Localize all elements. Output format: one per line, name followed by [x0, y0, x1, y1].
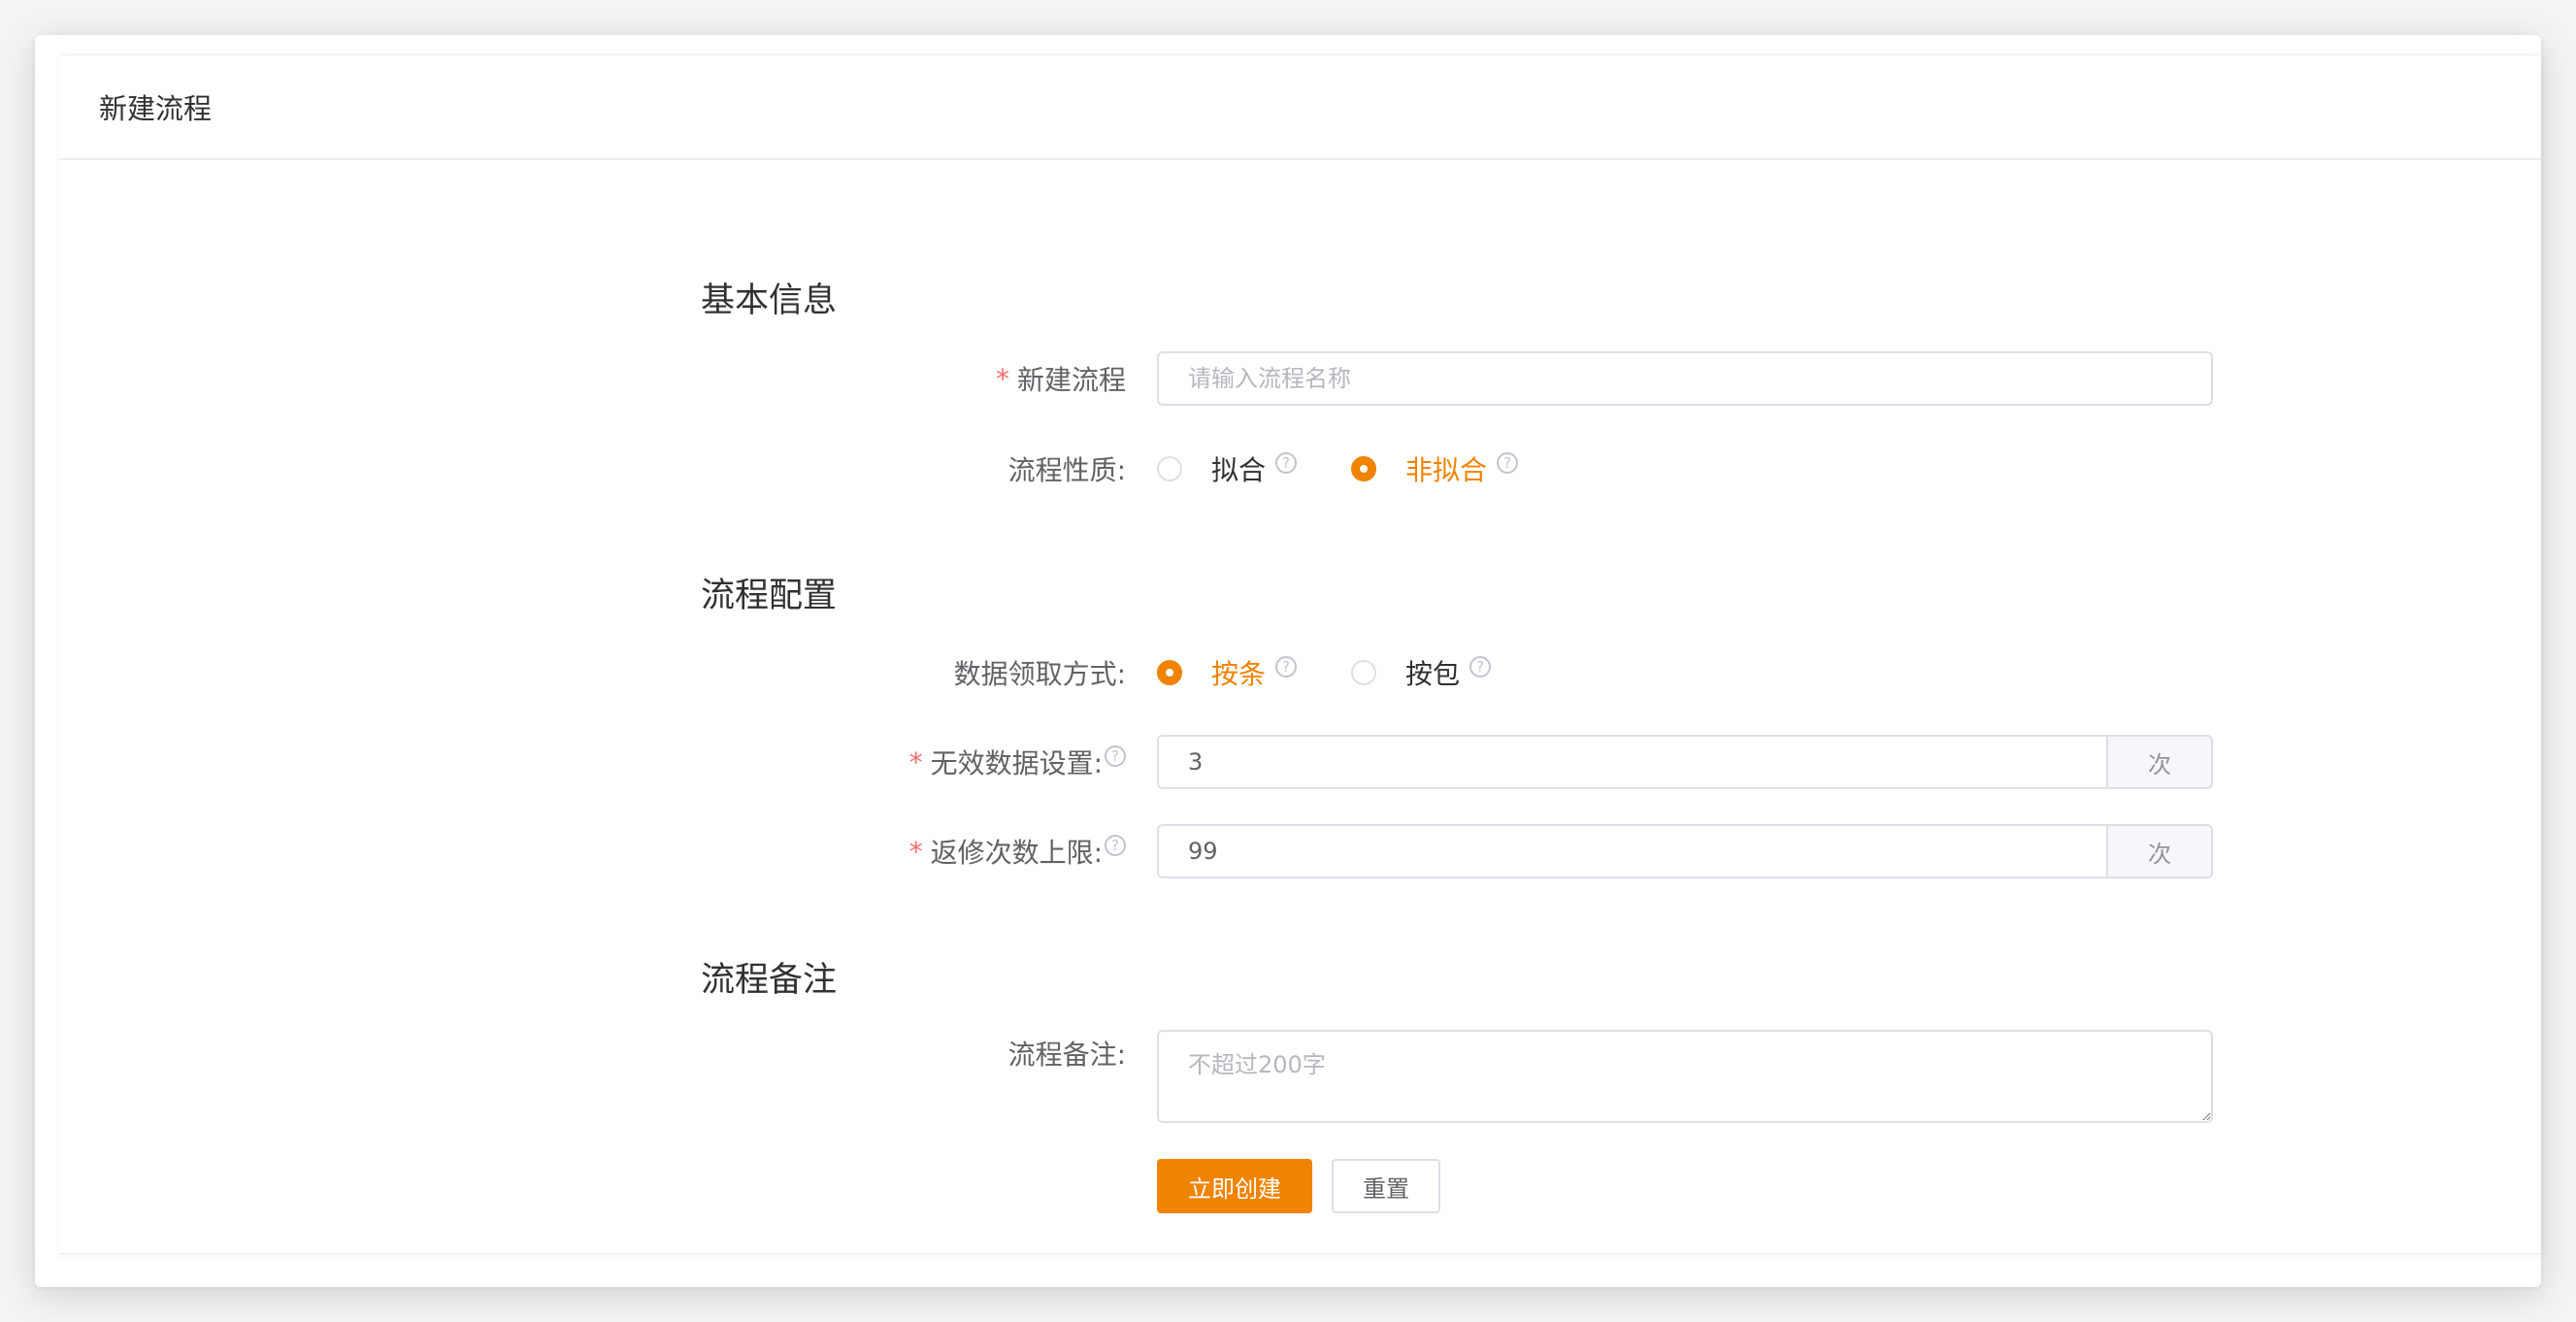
invalid-label: * 无效数据设置: ? [909, 735, 1126, 789]
radio-by-package-circle[interactable] [1351, 660, 1377, 685]
radio-by-package-label: 按包 [1405, 658, 1461, 690]
radio-by-item-label: 按条 [1211, 658, 1267, 690]
times-unit: 次 [2106, 737, 2211, 787]
radio-fit-circle[interactable] [1157, 456, 1182, 481]
required-mark: * [995, 362, 1009, 395]
remark-label: 流程备注: [1007, 1039, 1126, 1071]
section-config-title: 流程配置 [701, 577, 838, 615]
process-name-input[interactable] [1157, 351, 2213, 406]
invalid-data-input[interactable] [1159, 737, 2106, 787]
help-icon[interactable]: ? [1105, 745, 1126, 767]
invalid-label-text: 无效数据设置: [930, 747, 1103, 779]
reset-button[interactable]: 重置 [1332, 1159, 1440, 1213]
rework-limit-input-group: 次 [1157, 824, 2213, 878]
radio-by-item[interactable]: 按条 ? [1157, 653, 1298, 692]
section-remark-title: 流程备注 [701, 961, 838, 1000]
fetch-mode-label: 数据领取方式: [953, 658, 1126, 690]
name-label-text: 新建流程 [1016, 364, 1126, 396]
help-icon[interactable]: ? [1105, 835, 1126, 856]
radio-fit-label: 拟合 [1211, 454, 1267, 486]
radio-non-fit-circle[interactable] [1351, 456, 1377, 481]
help-icon[interactable]: ? [1497, 452, 1519, 474]
rework-limit-input[interactable] [1159, 826, 2106, 876]
invalid-data-input-group: 次 [1157, 735, 2213, 789]
radio-non-fit-label: 非拟合 [1405, 454, 1488, 486]
times-unit: 次 [2106, 826, 2211, 876]
nature-label: 流程性质: [1007, 454, 1126, 486]
radio-by-package[interactable]: 按包 ? [1351, 653, 1492, 692]
section-basic-title: 基本信息 [701, 281, 838, 320]
help-icon[interactable]: ? [1470, 656, 1492, 678]
required-mark: * [908, 835, 923, 868]
fetch-mode-radio-group: 按条 ? 按包 ? [1157, 645, 1545, 700]
form-card: 新建流程 基本信息 * 新建流程 流程性质: 拟合 ? 非拟合 ? 流程配置 数… [60, 54, 2541, 1254]
remark-textarea[interactable] [1157, 1030, 2213, 1123]
radio-by-item-circle[interactable] [1157, 660, 1182, 685]
name-label: * 新建流程 [996, 351, 1126, 406]
create-button[interactable]: 立即创建 [1157, 1159, 1312, 1213]
help-icon[interactable]: ? [1275, 656, 1298, 678]
page-title: 新建流程 [99, 92, 213, 125]
card-header: 新建流程 [60, 55, 2541, 160]
app-window: 新建流程 基本信息 * 新建流程 流程性质: 拟合 ? 非拟合 ? 流程配置 数… [35, 35, 2541, 1287]
rework-label: * 返修次数上限: ? [909, 824, 1126, 878]
radio-fit[interactable]: 拟合 ? [1157, 449, 1298, 488]
required-mark: * [908, 745, 923, 778]
rework-label-text: 返修次数上限: [930, 837, 1103, 869]
nature-radio-group: 拟合 ? 非拟合 ? [1157, 442, 1572, 496]
help-icon[interactable]: ? [1275, 452, 1298, 474]
radio-non-fit[interactable]: 非拟合 ? [1351, 449, 1519, 488]
